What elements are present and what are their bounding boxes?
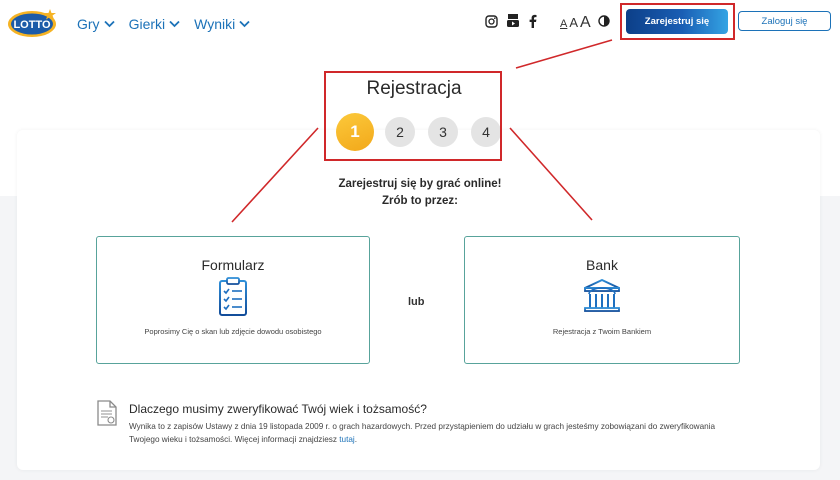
option-description: Rejestracja z Twoim Bankiem — [552, 327, 652, 336]
annotation-box-register — [620, 3, 735, 40]
font-size-medium-button[interactable]: A — [569, 15, 578, 30]
clipboard-checklist-icon — [219, 277, 247, 316]
chevron-down-icon — [239, 20, 250, 28]
option-description: Poprosimy Cię o skan lub zdjęcie dowodu … — [144, 327, 322, 336]
main-nav: Gry Gierki Wyniki — [77, 16, 250, 32]
info-link[interactable]: tutaj — [339, 435, 354, 444]
nav-item-gry[interactable]: Gry — [77, 16, 115, 32]
option-bank-card[interactable]: Bank Rejestracja z Twoim Bankiem — [464, 236, 740, 364]
youtube-icon[interactable] — [506, 14, 520, 28]
or-label: lub — [408, 296, 425, 308]
nav-item-label: Gierki — [128, 16, 166, 32]
option-title: Formularz — [201, 257, 265, 273]
nav-item-label: Wyniki — [194, 16, 236, 32]
bank-building-icon — [584, 279, 620, 312]
logo-text: LOTTO — [13, 19, 51, 31]
font-size-controls: A A A — [560, 14, 591, 32]
info-text-end: . — [354, 435, 357, 444]
info-title: Dlaczego musimy zweryfikować Twój wiek i… — [129, 402, 427, 416]
contrast-icon[interactable] — [598, 15, 610, 27]
facebook-icon[interactable] — [528, 14, 537, 28]
nav-item-gierki[interactable]: Gierki — [129, 16, 181, 32]
option-form-card[interactable]: Formularz Poprosimy Cię o skan lub zdjęc… — [96, 236, 370, 364]
chevron-down-icon — [103, 20, 115, 28]
nav-item-label: Gry — [77, 16, 100, 32]
social-links — [485, 14, 537, 28]
document-info-icon — [97, 400, 117, 426]
instagram-icon[interactable] — [485, 14, 498, 28]
lead-text: Zarejestruj się by grać online! Zrób to … — [280, 176, 560, 210]
nav-item-wyniki[interactable]: Wyniki — [194, 16, 250, 32]
login-button[interactable]: Zaloguj się — [738, 11, 831, 31]
chevron-down-icon — [169, 20, 180, 28]
font-size-large-button[interactable]: A — [580, 14, 591, 32]
lotto-logo[interactable]: LOTTO — [6, 6, 58, 40]
info-text: Wynika to z zapisów Ustawy z dnia 19 lis… — [129, 420, 729, 446]
info-body: Wynika to z zapisów Ustawy z dnia 19 lis… — [129, 422, 716, 444]
lead-line-1: Zarejestruj się by grać online! — [338, 178, 502, 190]
annotation-box-steps — [324, 71, 502, 161]
option-title: Bank — [586, 257, 618, 273]
lead-line-2: Zrób to przez: — [381, 195, 459, 207]
font-size-small-button[interactable]: A — [560, 18, 567, 30]
